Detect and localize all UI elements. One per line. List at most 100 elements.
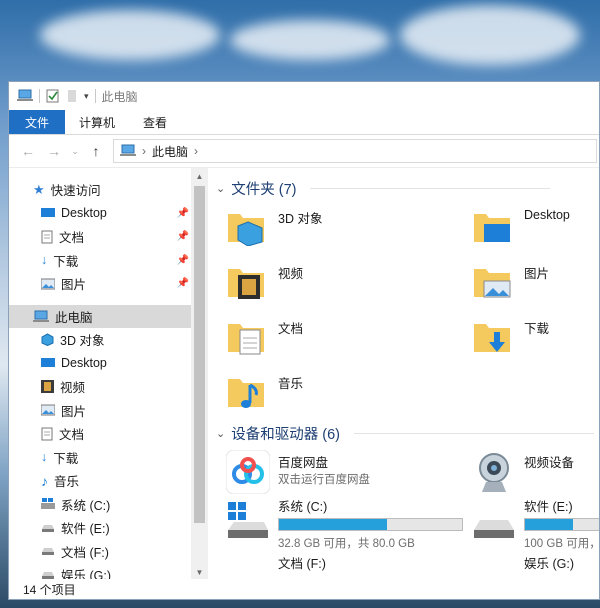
sidebar-this-pc[interactable]: 此电脑 bbox=[9, 304, 191, 328]
sidebar-item-downloads-pc[interactable]: ↓ 下载 bbox=[9, 446, 191, 470]
main-pane: ⌄ 文件夹 (7) 3D 对象 Desktop 视频 图片 文档 下载 音乐 ⌄… bbox=[208, 168, 599, 579]
group-divider bbox=[353, 433, 594, 434]
sidebar-item-pictures[interactable]: 图片 📌 bbox=[9, 272, 191, 296]
pin-icon[interactable]: 📌 bbox=[177, 278, 189, 289]
file-explorer-window: ▾ 此电脑 文件 计算机 查看 ← → ⌄ ↑ › 此电脑 › ★ 快速访问 D… bbox=[8, 81, 600, 600]
hard-drive-icon bbox=[472, 500, 516, 544]
back-arrow-icon[interactable]: ← bbox=[19, 143, 37, 159]
folder-videos[interactable]: 视频 bbox=[220, 261, 470, 311]
background-cloud bbox=[230, 20, 390, 60]
chevron-down-icon[interactable]: ⌄ bbox=[216, 182, 225, 195]
sidebar-scrollbar[interactable]: ▲ ▼ bbox=[191, 168, 208, 579]
forward-arrow-icon[interactable]: → bbox=[45, 143, 63, 159]
sidebar-item-drive-f[interactable]: 文档 (F:) bbox=[9, 540, 191, 564]
folder-documents[interactable]: 文档 bbox=[220, 316, 470, 366]
sidebar-label: Desktop bbox=[61, 206, 107, 221]
sidebar-item-music[interactable]: ♪ 音乐 bbox=[9, 469, 191, 493]
folder-documents-icon bbox=[226, 316, 266, 356]
sidebar-label: 此电脑 bbox=[55, 310, 93, 325]
item-count: 14 个项目 bbox=[23, 582, 76, 597]
sidebar-item-documents-pc[interactable]: 文档 bbox=[9, 422, 191, 446]
breadcrumb-chevron-icon[interactable]: › bbox=[194, 144, 198, 158]
baidu-netdisk-icon bbox=[226, 450, 270, 494]
device-name: 视频设备 bbox=[524, 456, 575, 470]
chevron-down-icon[interactable]: ⌄ bbox=[216, 427, 225, 440]
folder-desktop-icon bbox=[472, 206, 512, 246]
sidebar-label: 软件 (E:) bbox=[61, 522, 110, 537]
sidebar-label: 系统 (C:) bbox=[61, 498, 111, 513]
sidebar-item-downloads[interactable]: ↓ 下载 📌 bbox=[9, 249, 191, 273]
sidebar-label: 下载 bbox=[53, 451, 79, 466]
tab-computer[interactable]: 计算机 bbox=[65, 110, 129, 134]
pin-icon[interactable]: 📌 bbox=[177, 255, 189, 266]
folder-name: 下载 bbox=[524, 322, 550, 336]
drive-c[interactable]: 系统 (C:) 32.8 GB 可用，共 80.0 GB bbox=[220, 500, 465, 550]
pin-icon[interactable]: 📌 bbox=[177, 231, 189, 242]
devices-group-header[interactable]: ⌄ 设备和驱动器 (6) bbox=[216, 423, 594, 444]
star-icon: ★ bbox=[33, 181, 45, 197]
scroll-down-arrow-icon[interactable]: ▼ bbox=[191, 568, 208, 577]
sidebar-label: Desktop bbox=[61, 356, 107, 371]
folder-videos-icon bbox=[226, 261, 266, 301]
folder-desktop[interactable]: Desktop bbox=[466, 206, 599, 256]
group-divider bbox=[310, 188, 551, 189]
device-subtitle: 双击运行百度网盘 bbox=[278, 474, 370, 486]
group-title: 设备和驱动器 (6) bbox=[231, 427, 340, 443]
device-baidu-netdisk[interactable]: 百度网盘 双击运行百度网盘 bbox=[220, 450, 470, 500]
sidebar-label: 文档 bbox=[59, 231, 85, 246]
address-bar[interactable]: › 此电脑 › bbox=[113, 139, 597, 163]
drive-f[interactable]: 文档 (F:) bbox=[220, 553, 470, 573]
sidebar-item-drive-e[interactable]: 软件 (E:) bbox=[9, 516, 191, 540]
pictures-icon bbox=[41, 278, 55, 290]
folder-3d-objects[interactable]: 3D 对象 bbox=[220, 206, 470, 256]
properties-icon[interactable] bbox=[46, 89, 60, 103]
folders-group-header[interactable]: ⌄ 文件夹 (7) bbox=[216, 178, 551, 199]
tab-view[interactable]: 查看 bbox=[129, 110, 181, 134]
sidebar-item-videos[interactable]: 视频 bbox=[9, 375, 191, 399]
window-title: 此电脑 bbox=[101, 89, 138, 104]
scrollbar-thumb[interactable] bbox=[194, 186, 205, 523]
scroll-up-arrow-icon[interactable]: ▲ bbox=[191, 172, 208, 181]
this-pc-icon bbox=[33, 310, 49, 323]
customize-quick-access-icon[interactable]: ▾ bbox=[84, 91, 89, 102]
music-note-icon: ♪ bbox=[41, 472, 48, 489]
folder-downloads-icon bbox=[472, 316, 512, 356]
pin-icon[interactable]: 📌 bbox=[177, 208, 189, 219]
desktop-icon bbox=[41, 207, 55, 219]
sidebar-label: 下载 bbox=[53, 254, 79, 269]
device-webcam[interactable]: 视频设备 bbox=[466, 450, 599, 500]
new-folder-icon[interactable] bbox=[66, 89, 78, 103]
sidebar-item-desktop-pc[interactable]: Desktop bbox=[9, 352, 191, 376]
sidebar-label: 文档 bbox=[59, 428, 85, 443]
sidebar-item-drive-c[interactable]: 系统 (C:) bbox=[9, 493, 191, 517]
up-arrow-icon[interactable]: ↑ bbox=[87, 143, 105, 159]
drive-name: 娱乐 (G:) bbox=[524, 557, 574, 571]
sidebar-item-documents[interactable]: 文档 📌 bbox=[9, 225, 191, 249]
folder-name: 视频 bbox=[278, 267, 304, 281]
folder-music[interactable]: 音乐 bbox=[220, 371, 470, 421]
sidebar-item-3d-objects[interactable]: 3D 对象 bbox=[9, 328, 191, 352]
breadcrumb-this-pc[interactable]: 此电脑 bbox=[152, 143, 188, 160]
folder-pictures-icon bbox=[472, 261, 512, 301]
sidebar-item-drive-g[interactable]: 娱乐 (G:) bbox=[9, 563, 191, 579]
video-film-icon bbox=[41, 380, 54, 394]
sidebar-item-pictures-pc[interactable]: 图片 bbox=[9, 399, 191, 423]
drive-g[interactable]: 娱乐 (G:) bbox=[466, 553, 599, 573]
content-area: ★ 快速访问 Desktop 📌 文档 📌 ↓ 下载 📌 图片 📌 此电脑 3D… bbox=[9, 168, 599, 579]
drive-usage-fill bbox=[279, 519, 387, 530]
navigation-pane[interactable]: ★ 快速访问 Desktop 📌 文档 📌 ↓ 下载 📌 图片 📌 此电脑 3D… bbox=[9, 168, 191, 579]
sidebar-item-desktop[interactable]: Desktop 📌 bbox=[9, 202, 191, 226]
folder-pictures[interactable]: 图片 bbox=[466, 261, 599, 311]
drive-name: 软件 (E:) bbox=[524, 500, 573, 514]
documents-icon bbox=[41, 230, 53, 244]
folder-downloads[interactable]: 下载 bbox=[466, 316, 599, 366]
recent-locations-chevron-icon[interactable]: ⌄ bbox=[71, 146, 79, 157]
breadcrumb-chevron-icon[interactable]: › bbox=[142, 144, 146, 158]
title-bar: ▾ 此电脑 bbox=[9, 82, 599, 110]
tab-file[interactable]: 文件 bbox=[9, 110, 66, 134]
sidebar-label: 图片 bbox=[61, 278, 87, 293]
download-arrow-icon: ↓ bbox=[41, 253, 48, 268]
download-arrow-icon: ↓ bbox=[41, 450, 48, 465]
drive-e[interactable]: 软件 (E:) 100 GB 可用，共 1 bbox=[466, 500, 599, 550]
sidebar-quick-access[interactable]: ★ 快速访问 bbox=[9, 178, 191, 202]
